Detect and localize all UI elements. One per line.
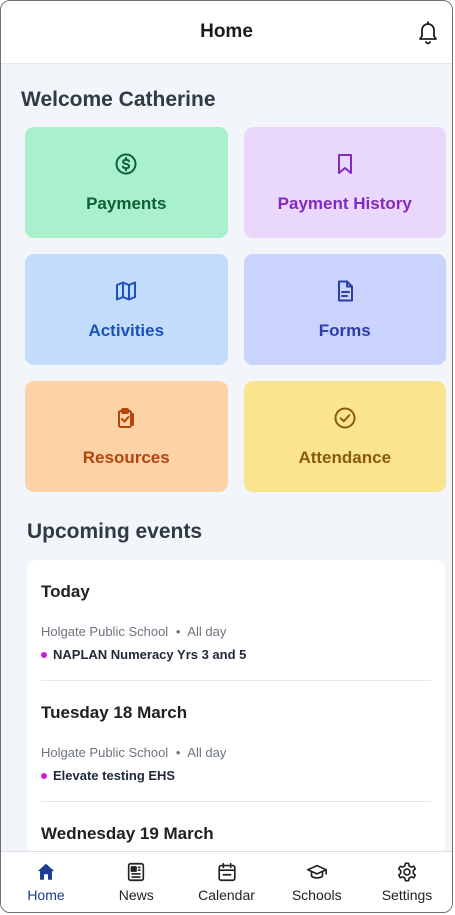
app-screen: Home Welcome Catherine Payments Payment … [0,0,453,913]
gear-icon [397,862,417,882]
event-day: Today [41,582,90,601]
bell-icon[interactable] [416,19,440,45]
tile-label: Payments [86,193,167,213]
events-card: Today Holgate Public School • All day NA… [27,560,445,884]
resources-tile[interactable]: Resources [25,381,228,492]
forms-tile[interactable]: Forms [243,254,446,365]
event-bullet-icon [41,772,47,779]
tab-settings[interactable]: Settings [364,861,450,903]
tile-label: Payment History [277,193,412,213]
tile-label: Activities [88,320,165,340]
document-icon [337,280,353,301]
tab-news[interactable]: News [93,861,179,903]
tab-calendar[interactable]: Calendar [184,861,270,903]
event-name: NAPLAN Numeracy Yrs 3 and 5 [53,647,247,662]
clipboard-icon [118,407,135,428]
event-bullet-icon [41,651,47,658]
tile-label: Forms [318,320,371,340]
event-group[interactable]: Today Holgate Public School • All day NA… [41,560,431,681]
event-school: Holgate Public School [41,745,169,760]
home-icon [37,863,55,880]
tab-label: Home [27,887,65,903]
welcome-heading: Welcome Catherine [21,88,216,111]
dollar-circle-icon [115,153,137,174]
event-day: Wednesday 19 March [41,824,214,843]
event-item[interactable]: Elevate testing EHS [41,768,431,783]
event-meta: Holgate Public School • All day [41,745,431,760]
bookmark-icon [337,153,352,174]
tile-label: Resources [82,447,170,467]
meta-separator: • [175,624,181,639]
event-item[interactable]: NAPLAN Numeracy Yrs 3 and 5 [41,647,431,662]
tab-schools[interactable]: Schools [274,861,360,903]
meta-separator: • [175,745,181,760]
calendar-icon [217,862,236,882]
activities-tile[interactable]: Activities [25,254,228,365]
newspaper-icon [128,862,145,882]
attendance-tile[interactable]: Attendance [243,381,446,492]
event-name: Elevate testing EHS [53,768,176,783]
event-day: Tuesday 18 March [41,703,188,722]
tab-label: News [118,887,154,903]
event-time: All day [187,624,227,639]
graduation-cap-icon [306,864,327,879]
tile-label: Attendance [298,447,392,467]
tab-label: Settings [381,887,433,903]
tab-label: Calendar [198,887,255,903]
payment-history-tile[interactable]: Payment History [243,127,446,238]
page-title: Home [200,21,253,42]
bottom-tab-bar: Home News Calendar Schools Settings [1,851,452,912]
main-content: Welcome Catherine Payments Payment Histo… [1,88,452,884]
map-icon [116,281,137,300]
event-group[interactable]: Tuesday 18 March Holgate Public School •… [41,681,431,802]
tab-home[interactable]: Home [3,861,89,903]
event-meta: Holgate Public School • All day [41,624,431,639]
payments-tile[interactable]: Payments [25,127,228,238]
upcoming-events-heading: Upcoming events [27,520,203,543]
event-time: All day [187,745,227,760]
tab-label: Schools [291,887,342,903]
top-app-bar: Home [1,1,452,64]
feature-grid: Payments Payment History Activities Form… [25,127,446,492]
check-circle-icon [334,407,356,428]
event-school: Holgate Public School [41,624,169,639]
